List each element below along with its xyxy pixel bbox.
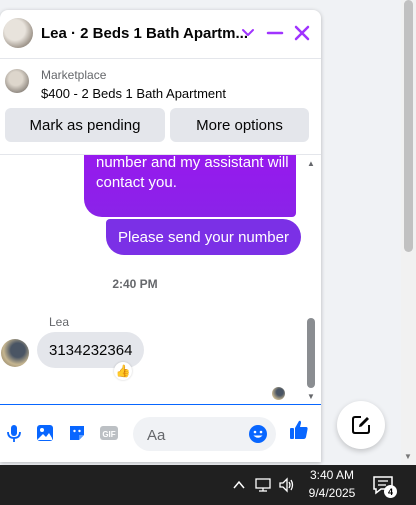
marketplace-banner: Marketplace $400 - 2 Beds 1 Bath Apartme… — [0, 58, 321, 154]
photo-icon[interactable] — [35, 423, 55, 443]
scroll-down-arrow-icon[interactable]: ▼ — [404, 452, 412, 461]
scroll-down-arrow-icon[interactable]: ▼ — [307, 392, 315, 401]
emoji-icon[interactable] — [248, 424, 268, 444]
outgoing-message-text: more, please leave your number and my as… — [96, 154, 289, 191]
compose-icon — [352, 416, 370, 434]
message-composer: GIF — [0, 404, 321, 462]
outgoing-message: Please send your number — [106, 219, 301, 255]
seen-indicator-avatar — [272, 387, 285, 400]
close-icon[interactable] — [292, 23, 312, 43]
mark-as-pending-button[interactable]: Mark as pending — [5, 108, 165, 142]
sticker-icon[interactable] — [67, 423, 87, 443]
outgoing-message: more, please leave your number and my as… — [84, 154, 296, 217]
minimize-icon[interactable] — [265, 23, 285, 43]
microphone-icon[interactable] — [4, 423, 24, 443]
chat-title[interactable]: Lea · 2 Beds 1 Bath Apartm... — [41, 25, 248, 42]
marketplace-label: Marketplace — [41, 68, 107, 82]
chevron-up-icon[interactable] — [232, 478, 246, 492]
listing-thumbnail[interactable] — [5, 69, 29, 93]
page-scrollbar[interactable]: ▼ — [401, 0, 416, 465]
chat-header: Lea · 2 Beds 1 Bath Apartm... — [0, 10, 321, 59]
chat-window: Lea · 2 Beds 1 Bath Apartm... Marketplac… — [0, 10, 321, 462]
chevron-down-icon[interactable] — [240, 24, 256, 40]
gif-icon[interactable]: GIF — [99, 423, 119, 443]
sender-avatar[interactable] — [1, 339, 29, 367]
message-scrollbar[interactable]: ▲ ▼ — [305, 155, 317, 405]
more-options-button[interactable]: More options — [170, 108, 309, 142]
message-input[interactable] — [145, 417, 249, 453]
volume-icon[interactable] — [278, 476, 296, 494]
listing-title[interactable]: $400 - 2 Beds 1 Bath Apartment — [41, 86, 226, 101]
page-scrollbar-thumb[interactable] — [404, 0, 413, 252]
contact-avatar[interactable] — [3, 18, 33, 48]
scroll-up-arrow-icon[interactable]: ▲ — [307, 159, 315, 168]
message-list: more, please leave your number and my as… — [0, 154, 321, 405]
incoming-message: 3134232364 — [37, 332, 145, 368]
message-input-container[interactable] — [133, 417, 276, 453]
message-timestamp: 2:40 PM — [112, 277, 158, 291]
thumbs-up-reaction-icon[interactable]: 👍 — [114, 362, 132, 380]
network-icon[interactable] — [254, 476, 272, 494]
message-scrollbar-thumb[interactable] — [307, 318, 315, 388]
clock-time[interactable]: 3:40 AM — [307, 468, 357, 482]
windows-taskbar: 3:40 AM 9/4/2025 4 — [0, 465, 416, 505]
svg-text:GIF: GIF — [102, 430, 115, 439]
sender-name: Lea — [49, 315, 70, 329]
clock-date[interactable]: 9/4/2025 — [305, 486, 359, 500]
notification-badge: 4 — [384, 485, 397, 498]
thumbs-up-icon[interactable] — [288, 419, 310, 441]
new-message-button[interactable] — [337, 401, 385, 449]
